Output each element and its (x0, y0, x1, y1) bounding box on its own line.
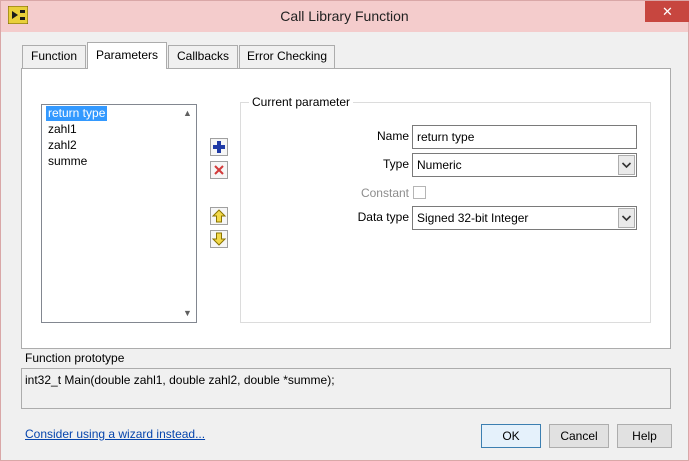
move-down-icon (211, 232, 227, 246)
move-up-icon (211, 209, 227, 223)
function-prototype-label: Function prototype (25, 351, 125, 365)
cancel-button[interactable]: Cancel (549, 424, 609, 448)
tab-parameters[interactable]: Parameters (87, 42, 167, 69)
scroll-up-icon[interactable]: ▲ (179, 105, 196, 122)
tab-callbacks[interactable]: Callbacks (168, 45, 238, 68)
move-up-button[interactable] (210, 207, 228, 225)
list-item[interactable]: zahl2 (46, 138, 79, 153)
name-label: Name (376, 129, 409, 143)
tab-error-checking[interactable]: Error Checking (239, 45, 335, 68)
data-type-dropdown-button[interactable] (618, 208, 635, 228)
type-label: Type (382, 157, 409, 171)
delete-parameter-button[interactable] (210, 161, 228, 179)
function-prototype-text: int32_t Main(double zahl1, double zahl2,… (25, 373, 335, 387)
window-title: Call Library Function (280, 8, 409, 24)
constant-label: Constant (360, 186, 409, 200)
constant-checkbox[interactable] (413, 186, 426, 199)
chevron-down-icon (621, 215, 632, 222)
add-parameter-button[interactable] (210, 138, 228, 156)
list-item[interactable]: summe (46, 154, 89, 169)
delete-icon (214, 165, 224, 175)
name-field[interactable]: return type (412, 125, 637, 149)
close-button[interactable]: ✕ (645, 1, 689, 22)
chevron-down-icon (621, 162, 632, 169)
type-select[interactable]: Numeric (412, 153, 637, 177)
list-item[interactable]: zahl1 (46, 122, 79, 137)
data-type-label: Data type (357, 210, 409, 224)
list-scrollbar[interactable]: ▲ ▼ (179, 105, 196, 322)
type-select-value: Numeric (417, 158, 462, 172)
list-item[interactable]: return type (46, 106, 108, 121)
type-dropdown-button[interactable] (618, 155, 635, 175)
wizard-link[interactable]: Consider using a wizard instead... (25, 427, 205, 441)
scroll-down-icon[interactable]: ▼ (179, 305, 196, 322)
dialog-window: Call Library Function ✕ Function Paramet… (0, 0, 689, 461)
data-type-select-value: Signed 32-bit Integer (417, 211, 529, 225)
help-button[interactable]: Help (617, 424, 672, 448)
parameter-listbox[interactable]: return type zahl1 zahl2 summe ▲ ▼ (41, 104, 197, 323)
add-icon (213, 141, 225, 153)
ok-button[interactable]: OK (481, 424, 541, 448)
move-down-button[interactable] (210, 230, 228, 248)
function-prototype-box: int32_t Main(double zahl1, double zahl2,… (21, 368, 671, 409)
current-parameter-title: Current parameter (249, 95, 354, 109)
tab-function[interactable]: Function (22, 45, 86, 68)
data-type-select[interactable]: Signed 32-bit Integer (412, 206, 637, 230)
title-bar: Call Library Function ✕ (1, 1, 689, 32)
